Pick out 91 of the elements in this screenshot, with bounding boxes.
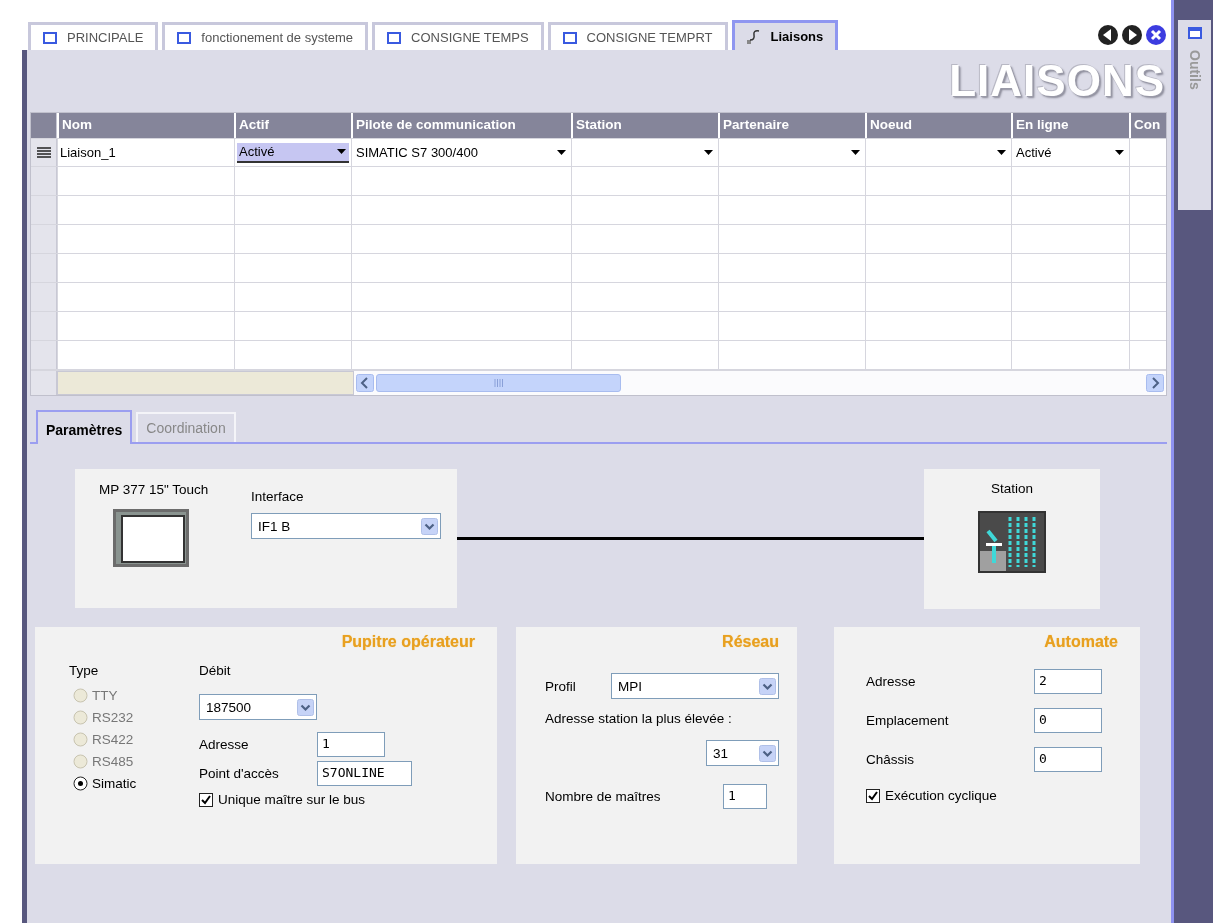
table-row[interactable]: Liaison_1 Activé SIMATIC S7 300/400 Activé	[31, 139, 1166, 167]
field-label: Châssis	[866, 752, 914, 767]
column-header[interactable]: Actif	[234, 113, 351, 138]
input-field[interactable]: 0	[1034, 747, 1102, 772]
baud-rate-dropdown[interactable]: 187500	[199, 694, 317, 720]
baud-rate-label: Débit	[199, 663, 232, 678]
connection-icon	[746, 28, 761, 45]
device-name: MP 377 15" Touch	[99, 482, 209, 497]
cell-dropdown[interactable]: Activé	[1014, 142, 1127, 163]
previous-button[interactable]	[1097, 24, 1119, 46]
caret-icon	[996, 147, 1007, 158]
plc-rack-icon	[978, 511, 1046, 573]
row-header[interactable]	[31, 371, 57, 395]
page-title: LIAISONS	[949, 56, 1166, 106]
station-name: Station	[991, 481, 1033, 496]
table-cell: Liaison_1	[60, 145, 116, 160]
screen-tab[interactable]: fonctionement de systeme	[162, 22, 369, 50]
caret-icon	[421, 517, 438, 535]
field-label: Emplacement	[866, 713, 949, 728]
radio-circle-icon	[73, 776, 88, 791]
group-title: Réseau	[721, 633, 779, 651]
close-icon[interactable]	[1145, 24, 1167, 46]
scroll-right-button[interactable]	[1146, 374, 1164, 392]
screen-tab[interactable]: CONSIGNE TEMPS	[372, 22, 544, 50]
caret-icon	[759, 744, 776, 762]
caret-icon	[297, 698, 314, 716]
input-field[interactable]: 0	[1034, 708, 1102, 733]
grip-icon	[493, 379, 504, 387]
masters-label: Nombre de maîtres	[545, 789, 661, 804]
column-header[interactable]: Noeud	[865, 113, 1011, 138]
caret-icon	[1114, 147, 1125, 158]
screen-icon	[43, 31, 57, 44]
scroll-left-button[interactable]	[356, 374, 374, 392]
caret-icon	[703, 147, 714, 158]
screen-icon	[177, 31, 192, 44]
checkbox-icon	[199, 792, 213, 807]
highest-address-label: Adresse station la plus élevée :	[545, 711, 733, 726]
type-label: Type	[69, 663, 100, 678]
input-field[interactable]: 2	[1034, 669, 1102, 694]
caret-icon	[336, 146, 347, 157]
profile-dropdown[interactable]: MPI	[611, 673, 779, 699]
caret-icon	[759, 677, 776, 695]
field-label: Adresse	[199, 737, 250, 752]
horizontal-scrollbar[interactable]	[354, 371, 1166, 395]
row-header[interactable]	[31, 254, 57, 282]
caret-icon	[850, 147, 861, 158]
column-header[interactable]: Con	[1129, 113, 1166, 138]
cell-dropdown[interactable]: SIMATIC S7 300/400	[354, 142, 569, 163]
interface-label: Interface	[251, 489, 305, 504]
group-title: Pupitre opérateur	[340, 633, 475, 651]
scroll-thumb[interactable]	[376, 374, 621, 392]
checkbox[interactable]: Unique maître sur le bus	[199, 792, 475, 807]
column-header[interactable]: Station	[571, 113, 718, 138]
highest-address-dropdown[interactable]: 31	[706, 740, 779, 766]
input-field[interactable]: S7ONLINE	[317, 761, 412, 786]
radio-circle-icon	[73, 732, 88, 747]
field-label: Point d'accès	[199, 766, 280, 781]
row-header[interactable]	[31, 196, 57, 224]
column-header[interactable]: Pilote de communication	[351, 113, 571, 138]
next-button[interactable]	[1121, 24, 1143, 46]
radio-circle-icon	[73, 754, 88, 769]
interface-dropdown[interactable]: IF1 B	[251, 513, 441, 539]
screen-icon	[562, 31, 577, 44]
cell-dropdown[interactable]: Activé	[237, 142, 349, 163]
touch-panel-icon	[113, 509, 189, 567]
row-header[interactable]	[31, 167, 57, 195]
screen-tab[interactable]: Liaisons	[731, 20, 839, 50]
row-header[interactable]	[31, 312, 57, 340]
input-field[interactable]: 1	[317, 732, 385, 757]
caret-icon	[556, 147, 567, 158]
column-header[interactable]: En ligne	[1011, 113, 1129, 138]
row-handle-icon[interactable]	[36, 146, 51, 159]
row-header[interactable]	[31, 225, 57, 253]
profile-label: Profil	[545, 678, 576, 694]
radio-circle-icon	[73, 688, 88, 703]
group-title: Automate	[1043, 633, 1118, 651]
screen-tab[interactable]: CONSIGNE TEMPRT	[547, 22, 728, 50]
toolbox-icon	[1186, 26, 1203, 40]
row-header[interactable]	[31, 341, 57, 369]
screen-tab[interactable]: PRINCIPALE	[28, 22, 159, 50]
radio-circle-icon	[73, 710, 88, 725]
checkbox[interactable]: Exécution cyclique	[866, 788, 1118, 803]
input-field[interactable]: 1	[723, 784, 767, 809]
field-label: Adresse	[866, 674, 916, 689]
row-header[interactable]	[31, 283, 57, 311]
column-header[interactable]: Partenaire	[718, 113, 865, 138]
radio-button[interactable]: Simatic	[73, 776, 199, 791]
checkbox-icon	[866, 788, 880, 803]
screen-icon	[387, 31, 402, 44]
detail-tab[interactable]: Paramètres	[36, 410, 133, 444]
column-header[interactable]: Nom	[57, 113, 234, 138]
